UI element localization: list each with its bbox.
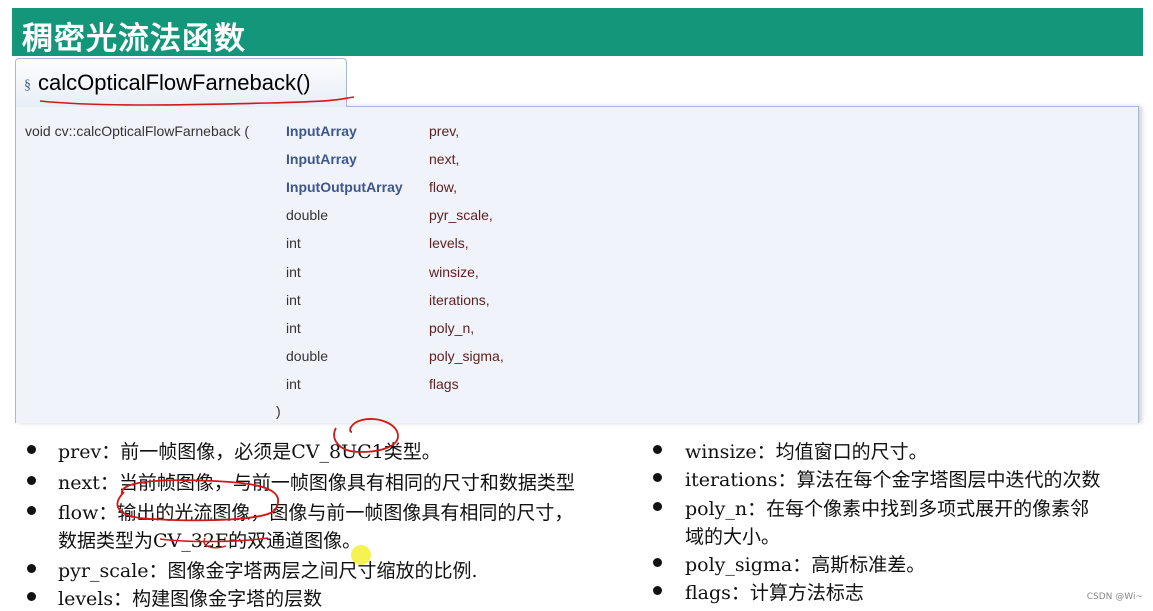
closing-paren: ) — [276, 403, 281, 419]
param-type: int — [286, 319, 301, 336]
param-name: prev, — [429, 123, 460, 139]
bullet-text: poly_sigma：高斯标准差。 — [685, 554, 926, 576]
bullet-text: next：当前帧图像，与前一帧图像具有相同的尺寸和数据类型 — [58, 472, 575, 494]
param-row: int iterations, — [16, 292, 616, 314]
bullet-dot — [27, 506, 36, 515]
bullet-dot — [27, 592, 36, 601]
param-row: int levels, — [16, 235, 616, 257]
bullet-dot — [27, 476, 36, 485]
param-type[interactable]: InputOutputArray — [286, 179, 403, 195]
param-type: int — [286, 375, 301, 392]
bullet-dot — [27, 564, 36, 573]
bullet-dot — [653, 502, 662, 511]
param-type: int — [286, 263, 301, 280]
bullet-text: levels：构建图像金字塔的层数 — [58, 588, 323, 610]
bullet-text: poly_n：在每个像素中找到多项式展开的像素邻 — [685, 498, 1090, 520]
param-row: InputOutputArray flow, — [16, 179, 616, 201]
param-row: int flags — [16, 376, 616, 398]
bullet-text: pyr_scale：图像金字塔两层之间尺寸缩放的比例. — [58, 560, 478, 582]
bullet-dot — [653, 445, 662, 454]
function-name: calcOpticalFlowFarneback() — [38, 70, 311, 95]
param-row: InputArray prev, — [16, 123, 616, 145]
param-name: poly_n, — [429, 319, 475, 336]
bullet-text: 域的大小。 — [685, 526, 781, 548]
param-type: double — [286, 207, 329, 224]
param-row: InputArray next, — [16, 151, 616, 173]
function-tab[interactable]: § calcOpticalFlowFarneback() — [15, 58, 355, 107]
declaration-panel: void cv::calcOpticalFlowFarneback ( Inpu… — [15, 106, 1139, 423]
bullet-text: flow：输出的光流图像，图像与前一帧图像具有相同的尺寸， — [58, 502, 574, 524]
bullet-text: flags：计算方法标志 — [685, 582, 864, 604]
param-name: flags — [429, 375, 459, 392]
param-name: pyr_scale, — [429, 207, 493, 224]
bullet-dot — [653, 558, 662, 567]
bullet-dot — [653, 586, 662, 595]
param-type: int — [286, 235, 301, 252]
param-row: int winsize, — [16, 264, 616, 286]
param-name: levels, — [429, 235, 469, 252]
title-bar: 稠密光流法函数 — [12, 8, 1143, 57]
param-type: int — [286, 291, 301, 308]
bullet-text: winsize：均值窗口的尺寸。 — [685, 441, 928, 463]
bullet-dot — [27, 445, 36, 454]
red-underline-annotation — [39, 96, 355, 106]
param-name: poly_sigma, — [429, 347, 504, 364]
param-type[interactable]: InputArray — [286, 123, 357, 139]
bullet-text: iterations：算法在每个金字塔图层中迭代的次数 — [685, 469, 1101, 491]
section-symbol: § — [24, 78, 31, 93]
param-row: double pyr_scale, — [16, 207, 616, 229]
param-row: double poly_sigma, — [16, 348, 616, 370]
param-name: winsize, — [429, 263, 479, 280]
param-type: double — [286, 347, 329, 364]
page-title: 稠密光流法函数 — [22, 21, 246, 57]
param-name: flow, — [429, 179, 458, 196]
param-type[interactable]: InputArray — [286, 151, 357, 167]
bullet-dot — [653, 473, 662, 482]
param-name: iterations, — [429, 291, 490, 308]
bullet-text: 数据类型为CV_32F的双通道图像。 — [58, 530, 362, 552]
param-row: int poly_n, — [16, 320, 616, 342]
bullet-text: prev：前一帧图像，必须是CV_8UC1类型。 — [58, 441, 441, 463]
watermark: CSDN @Wi~ — [1086, 592, 1143, 602]
param-name: next, — [429, 151, 460, 168]
